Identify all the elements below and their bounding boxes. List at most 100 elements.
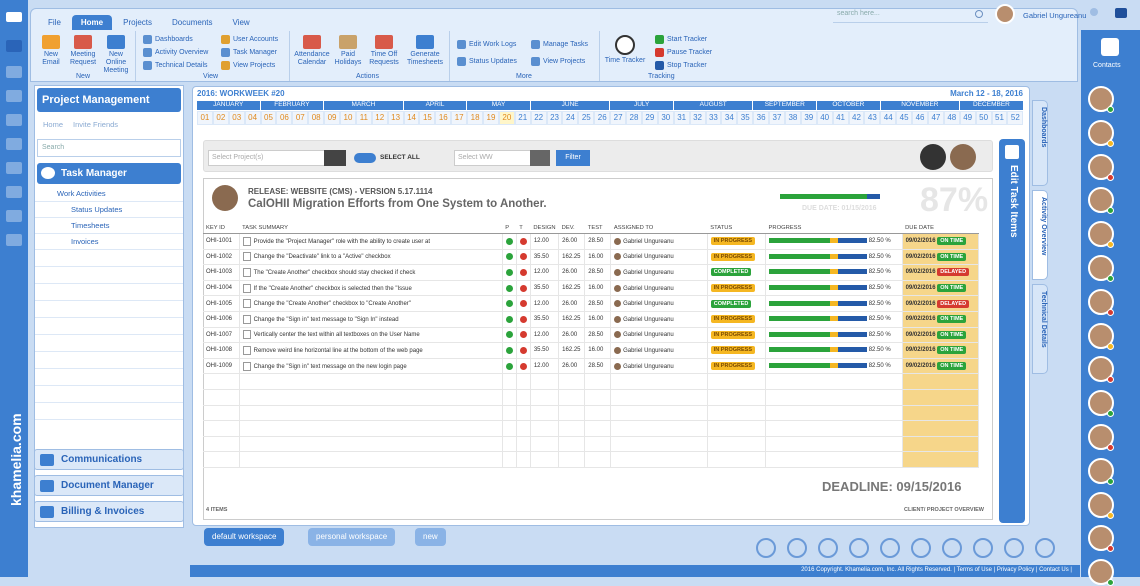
priority-cell[interactable] (502, 311, 517, 328)
tab-file[interactable]: File (39, 15, 70, 30)
briefcase-icon[interactable] (6, 114, 22, 126)
table-row[interactable]: OHI-1007 Vertically center the text withi… (203, 327, 980, 344)
date-range[interactable]: March 12 - 18, 2016 (950, 89, 1023, 98)
assigned-to[interactable]: Gabriel Ungureanu (610, 295, 708, 312)
chevron-down-icon[interactable] (324, 150, 346, 166)
week-cell[interactable]: 46 (912, 111, 928, 125)
assigned-to[interactable]: Gabriel Ungureanu (610, 311, 708, 328)
priority-cell[interactable] (502, 327, 517, 344)
assigned-to[interactable]: Gabriel Ungureanu (610, 233, 708, 250)
type-cell[interactable] (516, 311, 531, 328)
week-cell[interactable]: 09 (324, 111, 341, 125)
week-cell[interactable]: 11 (355, 111, 372, 125)
column-header[interactable]: T (516, 223, 531, 234)
edit-task-items-panel[interactable]: Edit Task Items (999, 139, 1025, 523)
week-cell[interactable]: 33 (705, 111, 722, 125)
menu-icon[interactable] (6, 12, 22, 22)
assigned-to[interactable]: Gabriel Ungureanu (610, 342, 708, 359)
type-cell[interactable] (516, 233, 531, 250)
week-cell[interactable]: 08 (308, 111, 325, 125)
week-cell[interactable]: 43 (864, 111, 881, 125)
home-link[interactable]: Home (43, 120, 63, 129)
week-cell[interactable]: 40 (816, 111, 833, 125)
user-accounts-button[interactable]: User Accounts (221, 35, 278, 44)
assigned-to[interactable]: Gabriel Ungureanu (610, 264, 708, 281)
week-cell[interactable]: 18 (467, 111, 484, 125)
type-cell[interactable] (516, 249, 531, 266)
key-id[interactable]: OHI-1002 (203, 249, 240, 266)
table-row[interactable]: OHI-1005 Change the "Create Another" chec… (203, 295, 980, 312)
dashboards-button[interactable]: Dashboards (143, 35, 193, 44)
calculator-icon[interactable] (942, 538, 962, 558)
table-row[interactable]: OHI-1001 Provide the "Project Manager" ro… (203, 233, 980, 250)
activity-overview-button[interactable]: Activity Overview (143, 48, 208, 57)
type-cell[interactable] (516, 358, 531, 375)
type-cell[interactable] (516, 264, 531, 281)
column-header[interactable]: STATUS (707, 223, 766, 234)
edit-icon[interactable] (6, 90, 22, 102)
week-cell[interactable]: 27 (610, 111, 627, 125)
week-cell[interactable]: 25 (578, 111, 595, 125)
invite-friends-link[interactable]: Invite Friends (73, 120, 118, 129)
technical-details-button[interactable]: Technical Details (143, 61, 208, 70)
key-id[interactable]: OHI-1007 (203, 327, 240, 344)
task-summary[interactable]: Provide the "Project Manager" role with … (239, 233, 503, 250)
week-cell[interactable]: 38 (784, 111, 801, 125)
billing-invoices-button[interactable]: Billing & Invoices (34, 501, 184, 522)
priority-cell[interactable] (502, 342, 517, 359)
avatar[interactable] (950, 144, 976, 170)
week-cell[interactable]: 42 (848, 111, 865, 125)
monitor-icon[interactable] (6, 234, 22, 246)
key-id[interactable]: OHI-1003 (203, 264, 240, 281)
table-row[interactable]: OHI-1008 Remove weird line horizontal lin… (203, 342, 980, 359)
week-cell[interactable]: 20 (498, 111, 515, 125)
tab-dashboards[interactable]: Dashboards (1032, 100, 1048, 186)
week-cell[interactable]: 35 (737, 111, 754, 125)
tab-projects[interactable]: Projects (114, 15, 161, 30)
task-summary[interactable]: Change the "Deactivate" link to a "Activ… (239, 249, 503, 266)
contacts-label[interactable]: Contacts (1093, 62, 1121, 69)
meeting-request-button[interactable]: Meeting Request (68, 35, 98, 67)
filter-button[interactable]: Filter (556, 150, 590, 166)
week-cell[interactable]: 15 (419, 111, 436, 125)
user-avatar[interactable] (995, 4, 1015, 24)
calendar-icon[interactable] (530, 150, 550, 166)
start-tracker-button[interactable]: Start Tracker (655, 35, 707, 44)
sidebar-item-work-activities[interactable]: Work Activities (35, 186, 183, 202)
task-summary[interactable]: Change the "Create Another" checkbox to … (239, 295, 503, 312)
week-cell[interactable]: 06 (276, 111, 293, 125)
communications-button[interactable]: Communications (34, 449, 184, 470)
week-cell[interactable]: 45 (896, 111, 913, 125)
column-header[interactable]: DUE DATE (902, 223, 979, 234)
assigned-to[interactable]: Gabriel Ungureanu (610, 358, 708, 375)
tab-view[interactable]: View (224, 15, 259, 30)
assigned-to[interactable]: Gabriel Ungureanu (610, 249, 708, 266)
key-id[interactable]: OHI-1005 (203, 295, 240, 312)
table-row[interactable]: OHI-1004 If the "Create Another" checkbox… (203, 280, 980, 297)
time-tracker-button[interactable]: Time Tracker (603, 35, 647, 65)
tab-default-workspace[interactable]: default workspace (204, 528, 285, 546)
week-cell[interactable]: 28 (626, 111, 642, 125)
week-cell[interactable]: 39 (800, 111, 817, 125)
type-cell[interactable] (516, 342, 531, 359)
assigned-to[interactable]: Gabriel Ungureanu (610, 280, 708, 297)
chat-icon[interactable] (787, 538, 807, 558)
week-cell[interactable]: 16 (435, 111, 452, 125)
contacts-icon[interactable] (1101, 38, 1119, 56)
tab-new-workspace[interactable]: new (415, 528, 446, 546)
search-icon[interactable] (975, 10, 983, 18)
priority-cell[interactable] (502, 358, 517, 375)
table-row[interactable]: OHI-1009 Change the "Sign in" text messag… (203, 358, 980, 375)
select-all-toggle[interactable] (354, 153, 376, 163)
chat-icon[interactable] (1115, 8, 1127, 18)
task-summary[interactable]: The "Create Another" checkbox should sta… (239, 264, 503, 281)
type-cell[interactable] (516, 327, 531, 344)
link-icon[interactable] (880, 538, 900, 558)
key-id[interactable]: OHI-1006 (203, 311, 240, 328)
tab-activity-overview[interactable]: Activity Overview (1032, 190, 1048, 280)
search-input[interactable]: search here... (833, 7, 988, 23)
week-cell[interactable]: 32 (689, 111, 706, 125)
task-summary[interactable]: Remove weird line horizontal line at the… (239, 342, 503, 359)
week-cell[interactable]: 17 (451, 111, 468, 125)
priority-cell[interactable] (502, 295, 517, 312)
